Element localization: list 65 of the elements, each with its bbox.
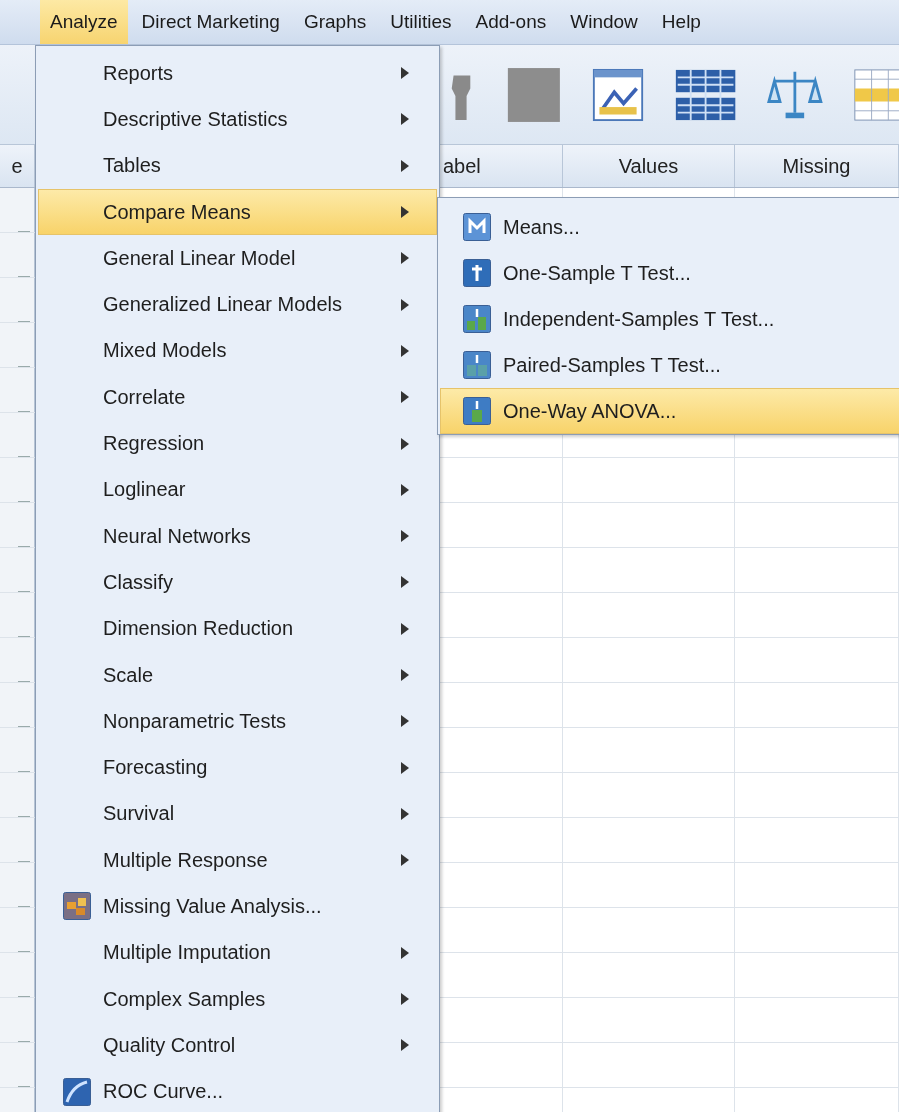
menu-item[interactable]: Generalized Linear Models (38, 281, 437, 328)
submenu-arrow-icon (400, 993, 410, 1006)
submenu-arrow-icon (400, 67, 410, 80)
submenu-arrow-icon (400, 669, 410, 681)
menu-item[interactable]: One-Sample T Test... (440, 250, 899, 296)
submenu-arrow-icon (400, 113, 410, 126)
menu-item[interactable]: Paired-Samples T Test... (440, 342, 899, 388)
menu-bar-item[interactable]: Graphs (293, 0, 377, 44)
t-letter-square-icon (463, 259, 491, 287)
menu-bar-item[interactable]: Help (651, 0, 711, 44)
menu-item[interactable]: Reports (38, 50, 437, 97)
menu-item[interactable]: Quality Control (38, 1022, 437, 1069)
menu-item[interactable]: Independent-Samples T Test... (440, 296, 899, 342)
menu-item[interactable]: Regression (38, 420, 437, 467)
menu-item[interactable]: Complex Samples (38, 975, 437, 1023)
menu-bar-item[interactable]: Direct Marketing (131, 0, 290, 44)
submenu-arrow-icon (400, 946, 410, 959)
menu-item[interactable]: Missing Value Analysis... (38, 883, 437, 930)
menu-item[interactable]: Compare Means (38, 188, 437, 236)
submenu-arrow-icon (400, 159, 410, 172)
menu-bar-item[interactable]: Analyze (40, 0, 128, 44)
menu-item[interactable]: Forecasting (38, 744, 437, 791)
missing-values-icon (63, 892, 91, 921)
submenu-arrow-icon (400, 252, 410, 265)
menu-item[interactable]: Classify (38, 559, 437, 606)
menu-item[interactable]: Descriptive Statistics (38, 96, 437, 143)
submenu-arrow-icon (400, 622, 410, 635)
paired-groups-icon (463, 351, 491, 379)
menu-bar-item[interactable]: Utilities (380, 0, 462, 44)
column-header[interactable]: Values (563, 145, 735, 187)
menu-item[interactable]: Dimension Reduction (38, 605, 437, 652)
submenu-arrow-icon (400, 530, 410, 543)
submenu-arrow-icon (400, 807, 410, 820)
menu-item[interactable]: Means... (440, 204, 899, 250)
menu-item[interactable]: Loglinear (38, 466, 437, 513)
menu-item[interactable]: Tables (38, 142, 437, 189)
roc-curve-icon (63, 1077, 91, 1106)
menu-bar-item[interactable]: Add-ons (465, 0, 557, 44)
menu-item[interactable]: One-Way ANOVA... (440, 388, 899, 434)
submenu-arrow-icon (400, 715, 410, 728)
menu-item[interactable]: Neural Networks (38, 512, 437, 560)
submenu-arrow-icon (400, 391, 410, 404)
m-letter-square-icon (463, 213, 491, 241)
menu-bar-item[interactable]: Window (560, 0, 648, 44)
column-header[interactable]: Missing (735, 145, 899, 187)
menu-item[interactable]: General Linear Model (38, 235, 437, 282)
menu-item[interactable]: Scale (38, 651, 437, 699)
submenu-arrow-icon (400, 344, 410, 357)
menu-item[interactable]: Multiple Imputation (38, 929, 437, 976)
submenu-arrow-icon (400, 298, 410, 311)
two-groups-icon (463, 305, 491, 333)
menu-item[interactable]: Mixed Models (38, 327, 437, 375)
menu-item[interactable]: Multiple Response (38, 837, 437, 884)
submenu-arrow-icon (400, 1039, 410, 1052)
submenu-arrow-icon (400, 483, 410, 496)
submenu-arrow-icon (400, 761, 410, 774)
anova-icon (463, 397, 491, 425)
menu-item[interactable]: Nonparametric Tests (38, 698, 437, 745)
menu-item[interactable]: Survival (38, 790, 437, 838)
submenu-arrow-icon (400, 576, 410, 589)
submenu-arrow-icon (400, 206, 410, 219)
submenu-arrow-icon (400, 437, 410, 450)
menu-item[interactable]: ROC Curve... (38, 1068, 437, 1112)
submenu-arrow-icon (400, 854, 410, 867)
menu-item[interactable]: Correlate (38, 374, 437, 421)
